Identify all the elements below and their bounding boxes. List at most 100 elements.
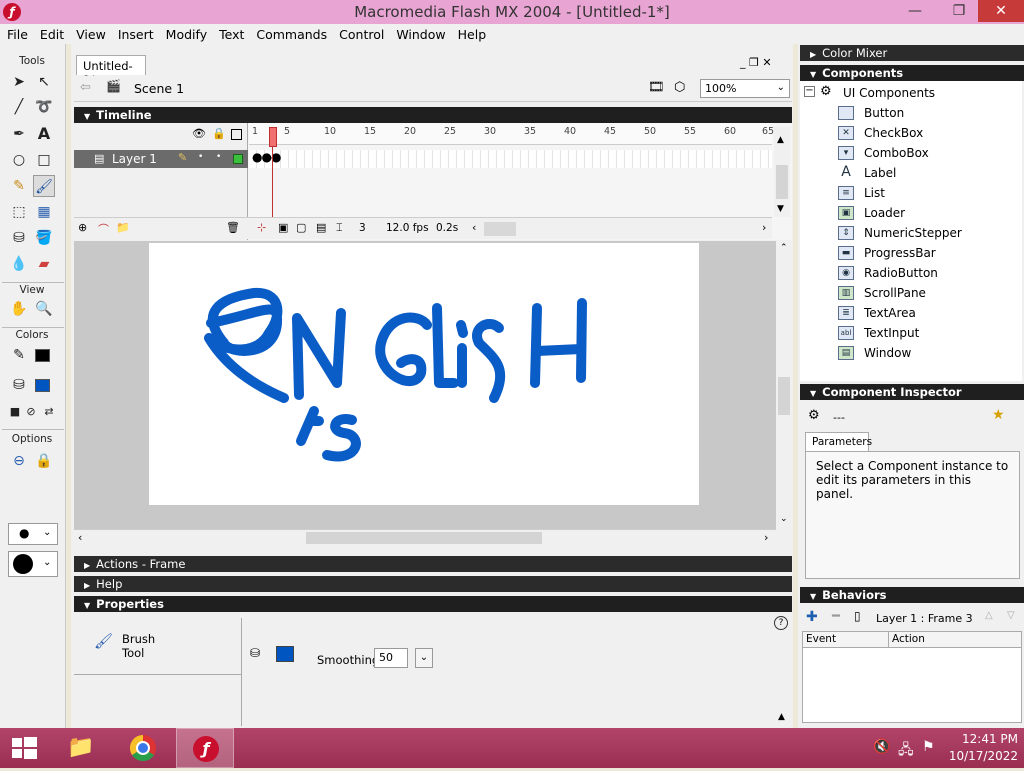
text-tool-icon[interactable]: A: [33, 123, 55, 145]
timeline-vscroll-thumb[interactable]: [776, 165, 788, 199]
stage-canvas[interactable]: [149, 243, 699, 505]
modify-markers-icon[interactable]: ⌶: [336, 221, 343, 235]
scroll-right-icon[interactable]: ›: [762, 221, 766, 234]
menu-commands[interactable]: Commands: [249, 27, 332, 42]
ink-bottle-tool-icon[interactable]: ⛁: [8, 227, 30, 249]
hand-tool-icon[interactable]: ✋: [8, 298, 30, 320]
brush-tool-icon[interactable]: 🖌: [33, 175, 55, 197]
star-icon[interactable]: ★: [992, 407, 1005, 423]
clock-date[interactable]: 10/17/2022: [944, 749, 1018, 763]
scroll-left-icon[interactable]: ‹: [472, 221, 476, 234]
parameters-tab[interactable]: Parameters: [805, 432, 872, 452]
scroll-left-icon[interactable]: ‹: [78, 531, 82, 544]
onion-skin-icon[interactable]: ▣: [278, 221, 288, 234]
pen-tool-icon[interactable]: ✒: [8, 123, 30, 145]
minimize-button[interactable]: —: [898, 0, 932, 22]
keyframes-icon[interactable]: ●●●: [252, 150, 281, 164]
menu-window[interactable]: Window: [389, 27, 450, 42]
action-center-icon[interactable]: ⚑: [922, 739, 935, 755]
menu-file[interactable]: File: [0, 27, 33, 42]
zoom-tool-icon[interactable]: 🔍: [33, 298, 55, 320]
component-button[interactable]: Button: [838, 103, 904, 123]
oval-tool-icon[interactable]: ○: [8, 149, 30, 171]
scroll-right-icon[interactable]: ›: [764, 531, 768, 544]
stage-vscroll-thumb[interactable]: [778, 377, 790, 415]
scroll-up-icon[interactable]: ▲: [777, 135, 784, 145]
fill-color-swatch[interactable]: [35, 379, 50, 392]
eye-icon[interactable]: 👁: [192, 127, 206, 140]
onion-outlines-icon[interactable]: ▢: [296, 221, 306, 234]
scroll-down-icon[interactable]: ▼: [777, 204, 784, 214]
stage-hscroll-thumb[interactable]: [306, 532, 542, 544]
visible-dot-icon[interactable]: •: [198, 152, 203, 162]
component-progressbar[interactable]: ▬ ProgressBar: [838, 243, 936, 263]
clock-time[interactable]: 12:41 PM: [952, 732, 1018, 746]
fill-transform-tool-icon[interactable]: ▦: [33, 201, 55, 223]
remove-behavior-icon[interactable]: ━: [832, 609, 840, 624]
action-column-header[interactable]: Action: [889, 632, 1021, 648]
doc-window-controls[interactable]: _ ❐ ✕: [740, 56, 772, 69]
ui-components-label[interactable]: UI Components: [843, 86, 935, 100]
component-inspector-header[interactable]: ▼ Component Inspector: [800, 384, 1024, 400]
collapse-arrow-icon[interactable]: ▲: [778, 712, 785, 722]
scroll-down-icon[interactable]: ⌄: [780, 514, 788, 524]
edit-scene-icon[interactable]: 🎞: [648, 80, 665, 95]
brush-size-dropdown[interactable]: ● ⌄: [8, 523, 58, 545]
center-frame-icon[interactable]: ⊹: [257, 221, 266, 234]
rectangle-tool-icon[interactable]: □: [33, 149, 55, 171]
color-mixer-header[interactable]: ▶ Color Mixer: [800, 45, 1024, 61]
document-tab[interactable]: Untitled-1*: [76, 55, 146, 87]
flash-taskbar-button[interactable]: ƒ: [176, 728, 234, 768]
smoothing-dropdown-button[interactable]: ⌄: [415, 648, 433, 668]
free-transform-tool-icon[interactable]: ⬚: [8, 201, 30, 223]
menu-insert[interactable]: Insert: [111, 27, 159, 42]
frame-row[interactable]: ●●●: [249, 150, 772, 168]
volume-muted-icon[interactable]: 🔇: [873, 739, 890, 755]
help-icon[interactable]: ?: [774, 616, 788, 630]
playhead[interactable]: [269, 127, 277, 147]
component-loader[interactable]: ▣ Loader: [838, 203, 905, 223]
eraser-tool-icon[interactable]: ▰: [33, 253, 55, 275]
components-header[interactable]: ▼ Components: [800, 65, 1024, 81]
component-checkbox[interactable]: ✕ CheckBox: [838, 123, 923, 143]
scroll-up-icon[interactable]: ⌃: [780, 243, 788, 253]
frame-ruler[interactable]: 1 5 10 15 20 25 30 35 40 45 50 55 60 65: [249, 123, 774, 145]
close-button[interactable]: ✕: [978, 0, 1024, 22]
chrome-icon[interactable]: [116, 728, 170, 768]
fill-color-swatch[interactable]: [276, 646, 294, 662]
edit-symbols-icon[interactable]: ⬡: [674, 80, 685, 95]
add-guide-layer-icon[interactable]: ⌒: [98, 221, 109, 237]
move-down-icon[interactable]: ▽: [1007, 610, 1015, 621]
actions-panel-header[interactable]: ▶ Actions - Frame: [74, 556, 792, 572]
lock-dot-icon[interactable]: •: [216, 152, 221, 162]
component-label[interactable]: A Label: [838, 163, 896, 183]
edit-multiple-frames-icon[interactable]: ▤: [316, 221, 326, 234]
arrow-tool-icon[interactable]: ➤: [8, 71, 30, 93]
lasso-tool-icon[interactable]: ➰: [33, 96, 55, 118]
timeline-vscroll[interactable]: ▲ ▼: [774, 127, 790, 217]
component-scrollpane[interactable]: ▥ ScrollPane: [838, 283, 926, 303]
component-radiobutton[interactable]: ◉ RadioButton: [838, 263, 938, 283]
brush-mode-icon[interactable]: ⊖: [8, 450, 30, 472]
help-panel-header[interactable]: ▶ Help: [74, 576, 792, 592]
menu-view[interactable]: View: [69, 27, 111, 42]
add-behavior-icon[interactable]: ✚: [806, 609, 818, 625]
menu-control[interactable]: Control: [332, 27, 389, 42]
delete-layer-icon[interactable]: 🗑: [226, 221, 240, 234]
smoothing-input[interactable]: 50: [374, 648, 408, 668]
menu-text[interactable]: Text: [212, 27, 249, 42]
behaviors-header[interactable]: ▼ Behaviors: [800, 587, 1024, 603]
event-column-header[interactable]: Event: [803, 632, 889, 648]
eyedropper-tool-icon[interactable]: 💧: [8, 253, 30, 275]
subselect-tool-icon[interactable]: ↖: [33, 71, 55, 93]
paint-bucket-tool-icon[interactable]: 🪣: [33, 227, 55, 249]
swap-colors-icon[interactable]: ⇄: [38, 401, 60, 423]
tree-collapse-icon[interactable]: −: [804, 86, 815, 97]
insert-layer-icon[interactable]: ⊕: [78, 221, 87, 234]
lock-icon[interactable]: 🔒: [212, 127, 226, 140]
lock-fill-icon[interactable]: 🔒: [33, 450, 55, 472]
component-numericstepper[interactable]: ⇕ NumericStepper: [838, 223, 962, 243]
component-list[interactable]: ≡ List: [838, 183, 885, 203]
component-combobox[interactable]: ▾ ComboBox: [838, 143, 929, 163]
stage-vscroll[interactable]: ⌃ ⌄: [776, 241, 792, 529]
